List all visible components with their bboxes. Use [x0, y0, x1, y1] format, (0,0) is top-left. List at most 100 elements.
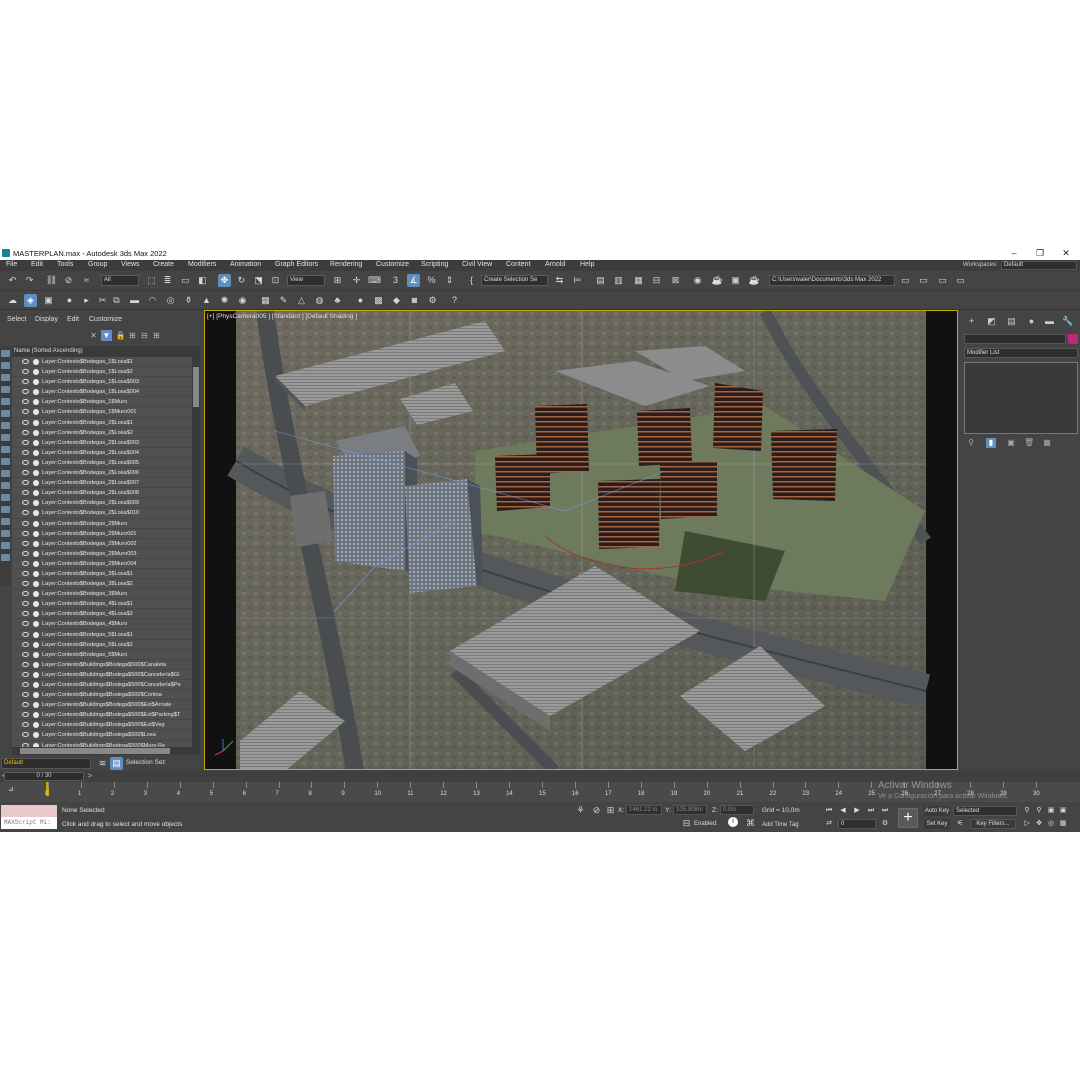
list-item[interactable]: Layer:Contexto$Bodegas_3$Muro	[12, 589, 192, 600]
freeze-dot-icon[interactable]	[33, 470, 39, 477]
list-item[interactable]: Layer:Contexto$Buildings$Bodega$500$Losa	[12, 730, 192, 741]
grid-icon[interactable]: ▦	[259, 294, 272, 307]
freeze-dot-icon[interactable]	[33, 449, 39, 456]
isolate-selection-icon[interactable]: ⚘	[574, 804, 587, 817]
next-key-icon[interactable]: ⏭	[866, 806, 876, 816]
keyboard-shortcut-override-icon[interactable]: ⌨	[368, 274, 381, 287]
visibility-eye-icon[interactable]	[22, 601, 29, 607]
visibility-eye-icon[interactable]	[22, 359, 29, 364]
zoom-all-icon[interactable]: ⚲	[1034, 806, 1044, 816]
select-by-name-icon[interactable]: ≣	[161, 274, 174, 287]
list-item[interactable]: Layer:Contexto$Bodegas_2$Losa$007	[12, 478, 192, 489]
visibility-eye-icon[interactable]	[22, 661, 29, 667]
visibility-eye-icon[interactable]	[22, 409, 29, 415]
list-item[interactable]: Layer:Contexto$Buildings$Bodega$500$Ext$…	[12, 720, 192, 731]
mirror-icon[interactable]: ⧉	[110, 294, 123, 307]
freeze-dot-icon[interactable]	[33, 682, 39, 688]
layer-stack-icon[interactable]: ≋	[96, 757, 109, 770]
select-and-rotate-icon[interactable]: ↻	[235, 274, 248, 287]
select-manipulate-icon[interactable]: ✛	[350, 274, 363, 287]
visibility-eye-icon[interactable]	[22, 712, 29, 718]
list-item[interactable]: Layer:Contexto$Buildings$Bodega$500$Ext$…	[12, 700, 192, 711]
menu-content[interactable]: Content	[506, 261, 531, 268]
helpers-filter-icon[interactable]	[1, 398, 10, 405]
menu-animation[interactable]: Animation	[230, 261, 261, 268]
box-icon[interactable]: ▬	[128, 294, 141, 307]
teapot-render-icon[interactable]: ⚱	[182, 294, 195, 307]
create-toolbar-icon[interactable]: ☁	[6, 294, 19, 307]
portal-icon[interactable]: ◆	[390, 294, 403, 307]
utilities-tab-icon[interactable]: 🔧	[1062, 316, 1073, 327]
list-item[interactable]: Layer:Contexto$Bodegas_2$Muro004	[12, 559, 192, 569]
list-item[interactable]: Layer:Contexto$Bodegas_2$Muro003	[12, 549, 192, 559]
visibility-eye-icon[interactable]	[22, 581, 29, 587]
freeze-dot-icon[interactable]	[33, 490, 39, 497]
menu-modifiers[interactable]: Modifiers	[188, 261, 216, 268]
explorer-menu-edit[interactable]: Edit	[67, 316, 79, 323]
explorer-vertical-scrollbar[interactable]	[192, 357, 200, 747]
visibility-eye-icon[interactable]	[22, 671, 29, 677]
material-editor-icon[interactable]: ◉	[691, 274, 704, 287]
color-palette-icon[interactable]: ▩	[372, 294, 385, 307]
xrefs-filter-icon[interactable]	[1, 434, 10, 441]
freeze-dot-icon[interactable]	[33, 702, 39, 709]
maximize-button[interactable]: ❐	[1030, 247, 1050, 259]
orbit-icon[interactable]: ◎	[1046, 819, 1056, 829]
visibility-eye-icon[interactable]	[22, 500, 29, 506]
geometry-filter-icon[interactable]	[1, 350, 10, 357]
zoom-icon[interactable]: ⚲	[1022, 806, 1032, 816]
auto-key-button[interactable]: Auto Key	[924, 806, 950, 816]
select-and-move-icon[interactable]: ✥	[218, 274, 231, 287]
freeze-dot-icon[interactable]	[33, 591, 39, 598]
visibility-eye-icon[interactable]	[22, 480, 29, 486]
absolute-mode-icon[interactable]: ⊞	[604, 804, 617, 817]
list-item[interactable]: Layer:Contexto$Buildings$Bodega$500$Canc…	[12, 670, 192, 680]
lights-filter-icon[interactable]	[1, 374, 10, 381]
current-frame-field[interactable]: 0	[838, 819, 876, 829]
freeze-dot-icon[interactable]	[33, 510, 39, 517]
list-item[interactable]: Layer:Contexto$Bodegas_2$Losa$003	[12, 438, 192, 448]
go-to-end-icon[interactable]: ⏭	[880, 806, 890, 816]
funnel-icon[interactable]	[1, 542, 10, 549]
hidden-filter-icon[interactable]	[1, 482, 10, 489]
visibility-eye-icon[interactable]	[22, 510, 29, 516]
freeze-dot-icon[interactable]	[33, 722, 39, 729]
find-icon[interactable]	[1, 530, 10, 537]
list-item[interactable]: Layer:Contexto$Bodegas_1$Losa$004	[12, 387, 192, 398]
visibility-eye-icon[interactable]	[22, 439, 29, 445]
show-end-result-icon[interactable]: ▮	[986, 438, 996, 448]
zoom-extents-all-icon[interactable]: ▣	[1058, 806, 1068, 816]
workspaces-dropdown[interactable]: Default	[1001, 261, 1077, 270]
material-sphere-icon[interactable]: ◉	[236, 294, 249, 307]
visibility-eye-icon[interactable]	[22, 621, 29, 627]
menu-customize[interactable]: Customize	[376, 261, 409, 268]
shapes-filter-icon[interactable]	[1, 362, 10, 369]
project-open-icon[interactable]: ▭	[917, 274, 930, 287]
freeze-dot-icon[interactable]	[33, 399, 39, 406]
freeze-dot-icon[interactable]	[33, 671, 39, 678]
visibility-eye-icon[interactable]	[22, 379, 29, 385]
explorer-type-icon[interactable]: ▤	[110, 757, 123, 770]
modifier-list-dropdown[interactable]: Modifier List	[964, 348, 1078, 358]
time-tag-icon[interactable]: i	[728, 817, 738, 827]
list-item[interactable]: Layer:Contexto$Bodegas_2$Losa$009	[12, 498, 192, 509]
menu-tools[interactable]: Tools	[57, 261, 73, 268]
freeze-dot-icon[interactable]	[33, 621, 39, 628]
globe-icon[interactable]: ◍	[313, 294, 326, 307]
list-item[interactable]: Layer:Contexto$Bodegas_5$Losa$1	[12, 630, 192, 640]
reference-coordinate-dropdown[interactable]: View	[287, 275, 325, 286]
layer-dropdown[interactable]: Default	[1, 758, 91, 769]
curve-editor-icon[interactable]: ⊟	[650, 274, 663, 287]
spinner-snap-icon[interactable]: ⇕	[443, 274, 456, 287]
scroll-thumb[interactable]	[193, 367, 199, 407]
link-icon[interactable]: ⛓	[45, 274, 58, 287]
project-settings-icon[interactable]: ▭	[954, 274, 967, 287]
list-item[interactable]: Layer:Contexto$Bodegas_3$Losa$1	[12, 569, 192, 580]
menu-help[interactable]: Help	[580, 261, 594, 268]
close-icon[interactable]: ✕	[88, 330, 99, 341]
redo-icon[interactable]: ↷	[23, 274, 36, 287]
list-item[interactable]: Layer:Contexto$Bodegas_4$Losa$1	[12, 599, 192, 610]
create-tab-icon[interactable]: +	[966, 316, 977, 327]
none-filter-icon[interactable]	[1, 506, 10, 513]
scroll-thumb[interactable]	[20, 748, 170, 754]
